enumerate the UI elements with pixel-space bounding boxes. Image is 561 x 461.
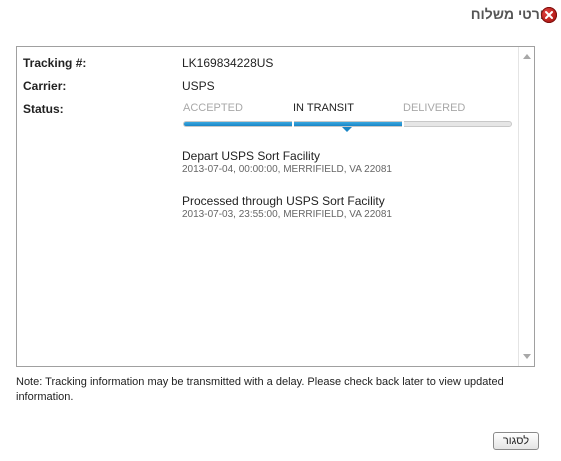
tracking-number-label: Tracking #: (23, 56, 87, 70)
event-meta: 2013-07-04, 00:00:00, MERRIFIELD, VA 220… (182, 164, 392, 175)
progress-segment-divider (292, 121, 294, 127)
tracking-delay-note: Note: Tracking information may be transm… (16, 376, 504, 403)
carrier-label: Carrier: (23, 79, 67, 93)
tracking-event: Processed through USPS Sort Facility 201… (182, 194, 392, 221)
stage-in-transit: IN TRANSIT (293, 102, 354, 114)
event-title: Processed through USPS Sort Facility (182, 194, 385, 208)
tracking-panel: Tracking #: LK169834228US Carrier: USPS … (16, 46, 535, 367)
status-label: Status: (23, 102, 64, 116)
event-meta: 2013-07-03, 23:55:00, MERRIFIELD, VA 220… (182, 209, 392, 220)
close-button[interactable]: לסגור (493, 432, 539, 450)
stage-accepted: ACCEPTED (183, 102, 243, 114)
shipping-details-dialog: פרטי משלוח Tracking #: LK169834228US Car… (0, 0, 561, 461)
progress-segment-divider (402, 121, 404, 127)
event-title: Depart USPS Sort Facility (182, 149, 321, 163)
vertical-scrollbar[interactable] (518, 47, 534, 366)
close-icon[interactable] (541, 7, 557, 23)
scroll-down-icon[interactable] (523, 354, 531, 359)
dialog-title: פרטי משלוח (470, 6, 549, 22)
stage-delivered: DELIVERED (403, 102, 466, 114)
tracking-event: Depart USPS Sort Facility 2013-07-04, 00… (182, 149, 392, 176)
tracking-number-value: LK169834228US (182, 56, 274, 70)
close-x-glyph (545, 11, 553, 19)
scroll-up-icon[interactable] (523, 54, 531, 59)
current-stage-marker-icon (342, 127, 352, 132)
carrier-value: USPS (182, 79, 215, 93)
